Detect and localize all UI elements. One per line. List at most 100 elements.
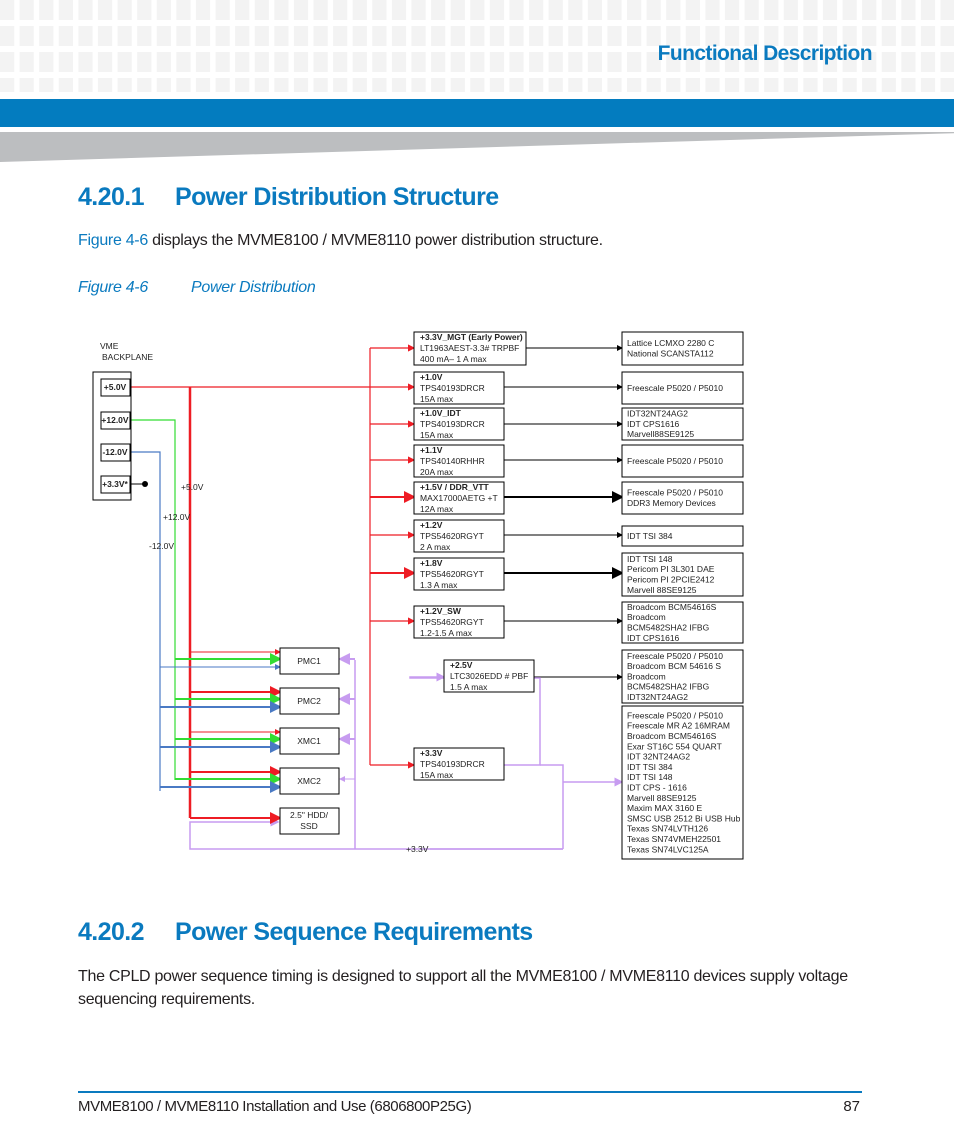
regulator-current: 1.3 A max <box>420 580 458 590</box>
regulator-part: TPS40193DRCR <box>420 759 485 769</box>
regulator-part: TPS40140RHHR <box>420 456 485 466</box>
load-device: IDT TSI 148 <box>627 772 673 782</box>
figure-number: Figure 4-6 <box>78 279 148 296</box>
load-device: Marvell 88SE9125 <box>627 793 697 803</box>
module-label: PMC1 <box>297 656 321 666</box>
regulator-rail: +2.5V <box>450 660 473 670</box>
load-device: Broadcom BCM54616S <box>627 731 717 741</box>
regulator-rail: +1.2V <box>420 520 443 530</box>
backplane-rail-label: +5.0V <box>104 382 127 392</box>
load-device: IDT32NT24AG2 <box>627 692 688 702</box>
regulator-part: LTC3026EDD # PBF <box>450 671 528 681</box>
footer-page-number: 87 <box>843 1098 860 1115</box>
storage-label: 2.5" HDD/ <box>290 810 329 820</box>
module-label: PMC2 <box>297 696 321 706</box>
header-wedge <box>0 132 954 162</box>
power-distribution-diagram: VME BACKPLANE +5.0V +12.0V -12.0V +3.3V* +5.0V… <box>0 320 954 880</box>
regulator-part: TPS54620RGYT <box>420 569 484 579</box>
load-device: SMSC USB 2512 Bi USB Hub <box>627 813 741 823</box>
intro-text: displays the MVME8100 / MVME8110 power d… <box>147 232 603 249</box>
load-device: Broadcom BCM54616S <box>627 602 717 612</box>
rail-3v3-dot <box>142 481 148 487</box>
load-device: Freescale P5020 / P5010 <box>627 456 723 466</box>
backplane-rail-label: +12.0V <box>101 415 129 425</box>
load-device: IDT TSI 384 <box>627 762 673 772</box>
section-title: Power Distribution Structure <box>175 183 499 211</box>
regulator-part: TPS54620RGYT <box>420 617 484 627</box>
regulator-rail: +1.0V_IDT <box>420 408 462 418</box>
figure-caption: Figure 4-6 Power Distribution <box>78 279 316 297</box>
load-device: Maxim MAX 3160 E <box>627 803 702 813</box>
module-label: XMC2 <box>297 776 321 786</box>
regulator-current: 2 A max <box>420 542 451 552</box>
load-device: Freescale P5020 / P5010 <box>627 383 723 393</box>
load-device: Freescale P5020 / P5010 <box>627 710 723 720</box>
regulator-current: 1.2-1.5 A max <box>420 628 473 638</box>
regulator-current: 15A max <box>420 770 454 780</box>
rail-12v-wire <box>130 419 176 780</box>
regulator-part: MAX17000AETG +T <box>420 493 498 503</box>
rail-m12v-label: -12.0V <box>149 541 174 551</box>
diagram-canvas: VMEBACKPLANE +5.0V +12.0V -12.0V +3.3V* +5.0V… <box>92 331 744 860</box>
load-device: IDT32NT24AG2 <box>627 409 688 419</box>
regulator-part: TPS54620RGYT <box>420 531 484 541</box>
regulator-rail: +1.2V_SW <box>420 606 462 616</box>
rail-m12v-wire <box>130 451 161 791</box>
load-device: IDT CPS1616 <box>627 419 680 429</box>
load-device: BCM5482SHA2 IFBG <box>627 682 709 692</box>
regulator-rail: +1.1V <box>420 445 443 455</box>
chapter-title: Functional Description <box>657 42 873 65</box>
load-device: BCM5482SHA2 IFBG <box>627 623 709 633</box>
backplane-label: BACKPLANE <box>102 352 153 362</box>
regulator-rail: +3.3V <box>420 748 443 758</box>
regulator-current: 20A max <box>420 467 454 477</box>
regulator-rail: +1.8V <box>420 558 443 568</box>
load-device: National SCANSTA112 <box>627 349 714 359</box>
load-device: Texas SN74VMEH22501 <box>627 834 721 844</box>
load-device: IDT TSI 384 <box>627 531 673 541</box>
module-label: XMC1 <box>297 736 321 746</box>
load-device: Pericom PI 3L301 DAE <box>627 564 715 574</box>
load-device: Freescale P5020 / P5010 <box>627 488 723 498</box>
regulator-part: LT1963AEST-3.3# TRPBF <box>420 343 519 353</box>
regulator-current: 1.5 A max <box>450 682 488 692</box>
load-device: Marvell 88SE9125 <box>627 585 697 595</box>
sequence-paragraph: The CPLD power sequence timing is design… <box>78 968 848 1008</box>
rail-3v3-to-loads <box>540 764 624 849</box>
regulator-current: 12A max <box>420 504 454 514</box>
load-device: Broadcom <box>627 612 666 622</box>
load-device: Pericom PI 2PCIE2412 <box>627 575 715 585</box>
load-device: Marvell88SE9125 <box>627 429 694 439</box>
regulator-rail: +3.3V_MGT (Early Power) <box>420 332 523 342</box>
load-device: IDT 32NT24AG2 <box>627 752 690 762</box>
regulator-part: TPS40193DRCR <box>420 419 485 429</box>
footer-rule <box>78 1091 862 1093</box>
storage-label: SSD <box>300 821 317 831</box>
rail-5v-label: +5.0V <box>181 482 204 492</box>
section-number: 4.20.2 <box>78 918 145 946</box>
rail-3v3-to-storage <box>189 817 563 850</box>
footer-document-title: MVME8100 / MVME8110 Installation and Use… <box>78 1098 472 1115</box>
regulator-current: 15A max <box>420 394 454 404</box>
figure-link[interactable]: Figure 4-6 <box>78 232 148 249</box>
backplane-label: VME <box>100 341 119 351</box>
load-device: Broadcom <box>627 671 666 681</box>
load-device: IDT CPS - 1616 <box>627 783 687 793</box>
section-title: Power Sequence Requirements <box>175 918 533 946</box>
intro-paragraph: Figure 4-6 displays the MVME8100 / MVME8… <box>78 229 603 252</box>
section-heading-4-20-2: 4.20.2 Power Sequence Requirements <box>78 918 533 947</box>
load-device: Lattice LCMXO 2280 C <box>627 338 714 348</box>
rail-12v-label: +12.0V <box>163 512 191 522</box>
rail-3v3-label: +3.3V <box>406 844 429 854</box>
load-device: Broadcom BCM 54616 S <box>627 661 721 671</box>
load-device: IDT TSI 148 <box>627 554 673 564</box>
regulator-current: 15A max <box>420 430 454 440</box>
load-device: Freescale P5020 / P5010 <box>627 651 723 661</box>
backplane-rail-label: -12.0V <box>102 447 127 457</box>
load-device: IDT CPS1616 <box>627 633 680 643</box>
load-device: Freescale MR A2 16MRAM <box>627 721 730 731</box>
regulator-current: 400 mA– 1 A max <box>420 354 487 364</box>
regulator-part: TPS40193DRCR <box>420 383 485 393</box>
load-device: Texas SN74LVTH126 <box>627 824 708 834</box>
regulator-rail: +1.0V <box>420 372 443 382</box>
